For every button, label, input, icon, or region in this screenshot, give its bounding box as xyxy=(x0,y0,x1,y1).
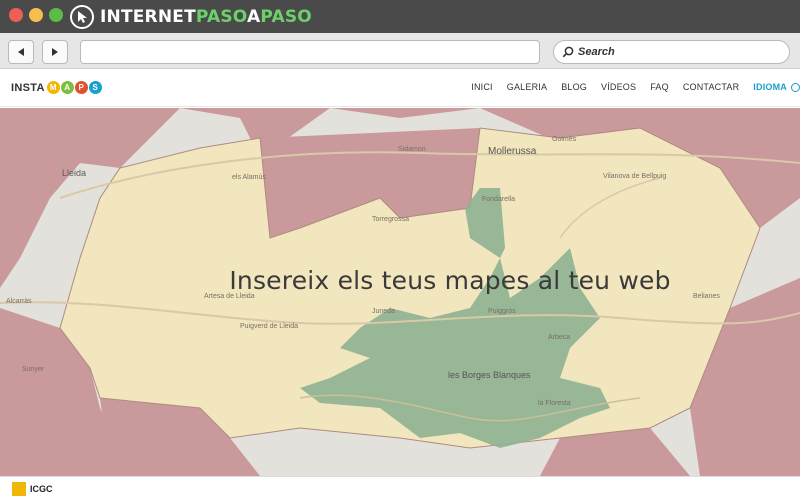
hero-headline: Insereix els teus mapes al teu web xyxy=(229,266,671,295)
logo-letter-s: S xyxy=(88,81,102,94)
search-icon xyxy=(562,46,574,58)
forward-button[interactable] xyxy=(42,40,68,64)
cursor-logo-icon xyxy=(70,5,94,29)
logo-letter-m: M xyxy=(46,81,60,94)
icgc-attribution[interactable]: ICGC xyxy=(12,482,53,496)
label-floresta: la Floresta xyxy=(538,400,571,407)
logo-text: INSTA xyxy=(11,81,45,94)
label-fondarella: Fondarella xyxy=(482,196,516,203)
site-header: INSTA M A P S INICI GALERIA BLOG VÍDEOS … xyxy=(0,69,800,107)
label-puigverd: Puigverd de Lleida xyxy=(240,323,298,330)
label-borges: les Borges Blanques xyxy=(448,370,531,380)
brand-name: INTERNETPASOAPASO xyxy=(100,7,312,27)
instamaps-logo[interactable]: INSTA M A P S xyxy=(11,81,102,94)
minimize-window-button[interactable] xyxy=(29,8,43,22)
label-alcarras: Alcarràs xyxy=(6,298,32,305)
main-nav: INICI GALERIA BLOG VÍDEOS FAQ CONTACTAR … xyxy=(471,82,800,92)
browser-search-input[interactable]: Search xyxy=(553,40,790,64)
globe-icon[interactable] xyxy=(791,82,800,92)
maximize-window-button[interactable] xyxy=(49,8,63,22)
browser-toolbar: Search xyxy=(0,33,800,69)
map-footer: ICGC xyxy=(0,476,800,500)
label-sunyer: Sunyer xyxy=(22,366,45,373)
address-bar[interactable] xyxy=(80,40,540,64)
nav-videos[interactable]: VÍDEOS xyxy=(601,82,636,92)
nav-faq[interactable]: FAQ xyxy=(650,82,669,92)
label-sidamon: Sidamon xyxy=(398,146,426,153)
back-button[interactable] xyxy=(8,40,34,64)
nav-galeria[interactable]: GALERIA xyxy=(507,82,547,92)
label-golmes: Golmés xyxy=(552,136,577,143)
label-juneda: Juneda xyxy=(372,308,395,315)
label-torregrossa: Torregrossa xyxy=(372,216,409,223)
nav-contactar[interactable]: CONTACTAR xyxy=(683,82,739,92)
icgc-logo-icon xyxy=(12,482,26,496)
back-arrow-icon xyxy=(18,48,24,56)
browser-titlebar: INTERNETPASOAPASO xyxy=(0,0,800,33)
label-lleida: Lleida xyxy=(62,168,87,178)
forward-arrow-icon xyxy=(52,48,58,56)
label-albages: els Alamús xyxy=(232,174,266,181)
nav-blog[interactable]: BLOG xyxy=(561,82,587,92)
label-puiggros: Puiggròs xyxy=(488,308,516,315)
logo-letter-p: P xyxy=(74,81,88,94)
icgc-label: ICGC xyxy=(30,484,53,494)
brand-watermark: INTERNETPASOAPASO xyxy=(70,4,312,30)
label-bellpuig: Vilanova de Bellpuig xyxy=(603,173,667,180)
nav-inici[interactable]: INICI xyxy=(471,82,493,92)
logo-letter-a: A xyxy=(60,81,74,94)
label-mollerussa: Mollerussa xyxy=(488,146,537,157)
close-window-button[interactable] xyxy=(9,8,23,22)
language-selector[interactable]: IDIOMA xyxy=(753,82,787,92)
search-placeholder: Search xyxy=(578,46,615,58)
label-arbeca: Arbeca xyxy=(548,334,571,341)
